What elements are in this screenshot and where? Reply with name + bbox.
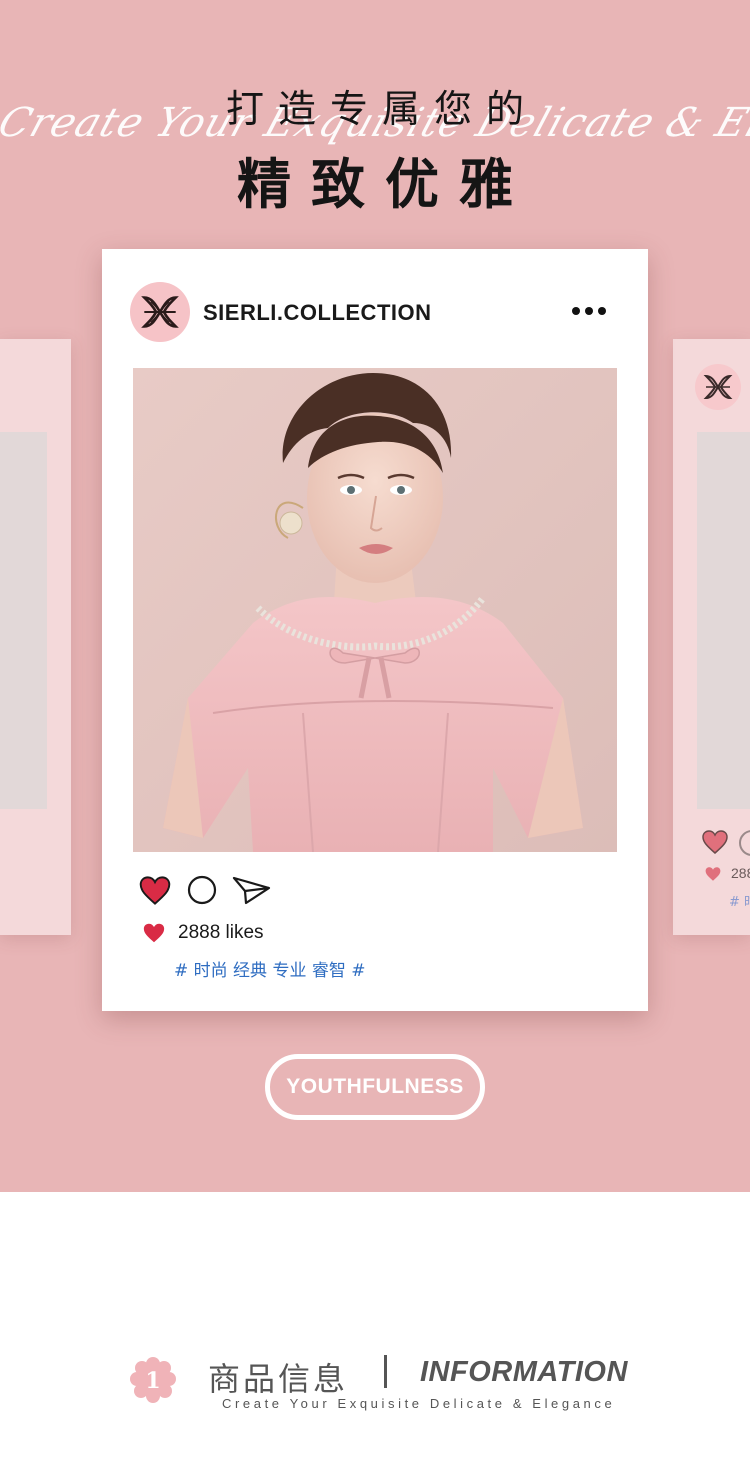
- comment-icon[interactable]: [186, 874, 218, 906]
- heart-icon[interactable]: [138, 875, 172, 906]
- side-post-photo: [697, 432, 750, 809]
- information-header: 1 商品信息 INFORMATION Create Your Exquisite…: [0, 1340, 750, 1420]
- sierli-logo-icon: [703, 374, 733, 400]
- info-number: 1: [145, 1368, 160, 1394]
- side-hashtags: # 时: [729, 895, 750, 910]
- side-likes-count: 288: [731, 865, 750, 881]
- flower-number-icon: 1: [130, 1357, 176, 1403]
- side-avatar: [695, 364, 741, 410]
- hero-title-line1: 打造专属您的: [225, 87, 538, 131]
- post-photo: [133, 368, 617, 852]
- likes-count: 2888 likes: [178, 922, 264, 943]
- account-avatar[interactable]: [130, 282, 190, 342]
- side-post-card-left: [0, 339, 71, 935]
- heart-icon: [705, 867, 721, 881]
- youthfulness-badge: YOUTHFULNESS: [265, 1054, 485, 1120]
- post-hashtags[interactable]: # 时尚 经典 专业 睿智 #: [174, 956, 366, 981]
- share-icon[interactable]: [232, 874, 272, 906]
- more-dots-icon[interactable]: [572, 307, 606, 315]
- hero-title-line2: 精致优雅: [237, 153, 533, 216]
- side-post-photo: [0, 432, 47, 809]
- post-actions: [138, 874, 272, 906]
- info-divider: [384, 1355, 387, 1388]
- side-post-card-right: 288 # 时: [673, 339, 750, 935]
- instagram-post-card: SIERLI.COLLECTION 2888 likes # 时尚 经典 专业 …: [102, 249, 648, 1011]
- comment-icon[interactable]: [739, 830, 750, 856]
- hero-section: Create Your Exquisite Delicate & Eleganc…: [0, 0, 750, 1192]
- heart-icon[interactable]: [701, 829, 729, 855]
- info-subtitle: Create Your Exquisite Delicate & Eleganc…: [222, 1396, 616, 1411]
- info-title-cn: 商品信息: [208, 1360, 349, 1398]
- model-photo-illustration: [133, 368, 617, 852]
- likes-row: 2888 likes: [142, 922, 264, 944]
- heart-icon: [143, 923, 165, 943]
- sierli-logo-icon: [141, 296, 179, 328]
- info-title-en: INFORMATION: [420, 1356, 628, 1388]
- account-name[interactable]: SIERLI.COLLECTION: [203, 300, 432, 326]
